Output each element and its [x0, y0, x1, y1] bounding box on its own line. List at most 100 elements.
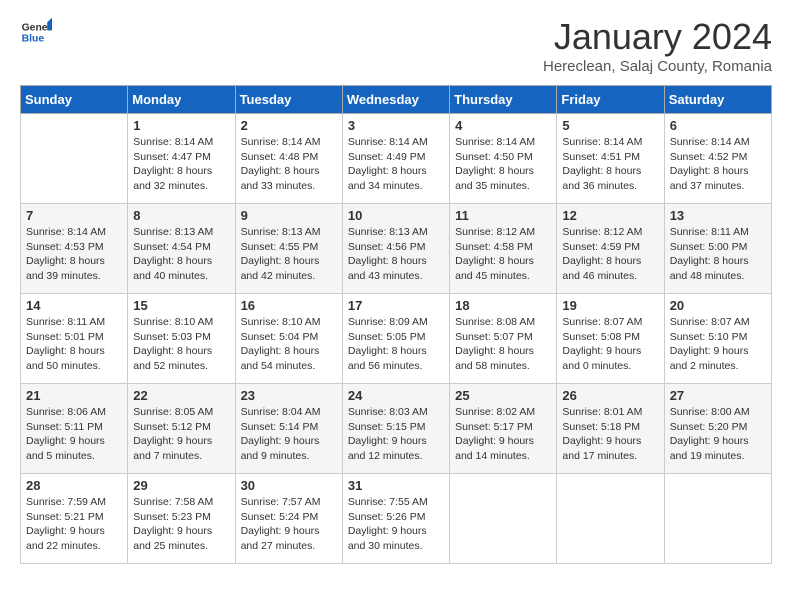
day-cell: 16 Sunrise: 8:10 AMSunset: 5:04 PMDayligh…	[235, 294, 342, 384]
day-number: 10	[348, 208, 444, 223]
header: General Blue January 2024 Hereclean, Sal…	[20, 16, 772, 75]
day-cell: 10 Sunrise: 8:13 AMSunset: 4:56 PMDayligh…	[342, 204, 449, 294]
day-cell: 20 Sunrise: 8:07 AMSunset: 5:10 PMDayligh…	[664, 294, 771, 384]
day-cell: 3 Sunrise: 8:14 AMSunset: 4:49 PMDaylight…	[342, 114, 449, 204]
day-cell: 6 Sunrise: 8:14 AMSunset: 4:52 PMDaylight…	[664, 114, 771, 204]
day-info: Sunrise: 8:11 AMSunset: 5:01 PMDaylight:…	[26, 315, 122, 374]
day-info: Sunrise: 7:57 AMSunset: 5:24 PMDaylight:…	[241, 495, 337, 554]
day-cell: 7 Sunrise: 8:14 AMSunset: 4:53 PMDaylight…	[21, 204, 128, 294]
day-number: 9	[241, 208, 337, 223]
day-cell: 9 Sunrise: 8:13 AMSunset: 4:55 PMDaylight…	[235, 204, 342, 294]
day-cell: 13 Sunrise: 8:11 AMSunset: 5:00 PMDayligh…	[664, 204, 771, 294]
column-header-tuesday: Tuesday	[235, 86, 342, 114]
day-number: 27	[670, 388, 766, 403]
day-number: 16	[241, 298, 337, 313]
day-info: Sunrise: 8:14 AMSunset: 4:50 PMDaylight:…	[455, 135, 551, 194]
day-info: Sunrise: 8:01 AMSunset: 5:18 PMDaylight:…	[562, 405, 658, 464]
day-cell: 23 Sunrise: 8:04 AMSunset: 5:14 PMDayligh…	[235, 384, 342, 474]
week-row-2: 7 Sunrise: 8:14 AMSunset: 4:53 PMDaylight…	[21, 204, 772, 294]
day-cell: 28 Sunrise: 7:59 AMSunset: 5:21 PMDayligh…	[21, 474, 128, 564]
day-cell: 24Sunrise: 8:03 AMSunset: 5:15 PMDayligh…	[342, 384, 449, 474]
day-number: 29	[133, 478, 229, 493]
day-number: 14	[26, 298, 122, 313]
day-number: 25	[455, 388, 551, 403]
day-number: 13	[670, 208, 766, 223]
day-number: 4	[455, 118, 551, 133]
day-number: 31	[348, 478, 444, 493]
logo-icon: General Blue	[20, 16, 52, 48]
day-info: Sunrise: 8:11 AMSunset: 5:00 PMDaylight:…	[670, 225, 766, 284]
day-info: Sunrise: 8:06 AMSunset: 5:11 PMDaylight:…	[26, 405, 122, 464]
day-cell	[450, 474, 557, 564]
day-info: Sunrise: 7:59 AMSunset: 5:21 PMDaylight:…	[26, 495, 122, 554]
day-info: Sunrise: 8:02 AMSunset: 5:17 PMDaylight:…	[455, 405, 551, 464]
header-row: SundayMondayTuesdayWednesdayThursdayFrid…	[21, 86, 772, 114]
week-row-3: 14 Sunrise: 8:11 AMSunset: 5:01 PMDayligh…	[21, 294, 772, 384]
day-info: Sunrise: 8:12 AMSunset: 4:58 PMDaylight:…	[455, 225, 551, 284]
day-number: 15	[133, 298, 229, 313]
day-number: 1	[133, 118, 229, 133]
week-row-1: 1 Sunrise: 8:14 AMSunset: 4:47 PMDaylight…	[21, 114, 772, 204]
day-cell: 8Sunrise: 8:13 AMSunset: 4:54 PMDaylight…	[128, 204, 235, 294]
day-number: 30	[241, 478, 337, 493]
day-cell: 12Sunrise: 8:12 AMSunset: 4:59 PMDayligh…	[557, 204, 664, 294]
day-cell	[557, 474, 664, 564]
day-number: 11	[455, 208, 551, 223]
day-cell: 26 Sunrise: 8:01 AMSunset: 5:18 PMDayligh…	[557, 384, 664, 474]
day-number: 21	[26, 388, 122, 403]
day-cell: 27 Sunrise: 8:00 AMSunset: 5:20 PMDayligh…	[664, 384, 771, 474]
day-number: 5	[562, 118, 658, 133]
day-cell: 19 Sunrise: 8:07 AMSunset: 5:08 PMDayligh…	[557, 294, 664, 384]
calendar-title: January 2024	[543, 16, 772, 58]
day-info: Sunrise: 8:05 AMSunset: 5:12 PMDaylight:…	[133, 405, 229, 464]
day-info: Sunrise: 8:14 AMSunset: 4:48 PMDaylight:…	[241, 135, 337, 194]
day-info: Sunrise: 8:07 AMSunset: 5:10 PMDaylight:…	[670, 315, 766, 374]
day-info: Sunrise: 8:00 AMSunset: 5:20 PMDaylight:…	[670, 405, 766, 464]
calendar-subtitle: Hereclean, Salaj County, Romania	[543, 58, 772, 75]
day-cell: 18 Sunrise: 8:08 AMSunset: 5:07 PMDayligh…	[450, 294, 557, 384]
day-cell: 21 Sunrise: 8:06 AMSunset: 5:11 PMDayligh…	[21, 384, 128, 474]
day-info: Sunrise: 8:12 AMSunset: 4:59 PMDaylight:…	[562, 225, 658, 284]
title-area: January 2024 Hereclean, Salaj County, Ro…	[543, 16, 772, 75]
day-number: 28	[26, 478, 122, 493]
day-number: 8	[133, 208, 229, 223]
day-cell	[21, 114, 128, 204]
column-header-monday: Monday	[128, 86, 235, 114]
day-cell: 15 Sunrise: 8:10 AMSunset: 5:03 PMDayligh…	[128, 294, 235, 384]
day-number: 19	[562, 298, 658, 313]
day-info: Sunrise: 8:07 AMSunset: 5:08 PMDaylight:…	[562, 315, 658, 374]
day-number: 23	[241, 388, 337, 403]
day-info: Sunrise: 8:10 AMSunset: 5:03 PMDaylight:…	[133, 315, 229, 374]
day-cell: 22 Sunrise: 8:05 AMSunset: 5:12 PMDayligh…	[128, 384, 235, 474]
day-info: Sunrise: 8:13 AMSunset: 4:55 PMDaylight:…	[241, 225, 337, 284]
day-number: 18	[455, 298, 551, 313]
day-info: Sunrise: 8:14 AMSunset: 4:47 PMDaylight:…	[133, 135, 229, 194]
day-number: 22	[133, 388, 229, 403]
day-number: 7	[26, 208, 122, 223]
day-cell: 2Sunrise: 8:14 AMSunset: 4:48 PMDaylight…	[235, 114, 342, 204]
day-cell: 14 Sunrise: 8:11 AMSunset: 5:01 PMDayligh…	[21, 294, 128, 384]
day-number: 3	[348, 118, 444, 133]
day-cell: 29 Sunrise: 7:58 AMSunset: 5:23 PMDayligh…	[128, 474, 235, 564]
day-info: Sunrise: 7:58 AMSunset: 5:23 PMDaylight:…	[133, 495, 229, 554]
day-number: 20	[670, 298, 766, 313]
day-info: Sunrise: 8:14 AMSunset: 4:49 PMDaylight:…	[348, 135, 444, 194]
day-number: 6	[670, 118, 766, 133]
day-info: Sunrise: 8:13 AMSunset: 4:56 PMDaylight:…	[348, 225, 444, 284]
day-info: Sunrise: 8:04 AMSunset: 5:14 PMDaylight:…	[241, 405, 337, 464]
day-info: Sunrise: 8:03 AMSunset: 5:15 PMDaylight:…	[348, 405, 444, 464]
column-header-friday: Friday	[557, 86, 664, 114]
day-info: Sunrise: 7:55 AMSunset: 5:26 PMDaylight:…	[348, 495, 444, 554]
day-info: Sunrise: 8:09 AMSunset: 5:05 PMDaylight:…	[348, 315, 444, 374]
logo: General Blue	[20, 16, 52, 48]
day-info: Sunrise: 8:14 AMSunset: 4:51 PMDaylight:…	[562, 135, 658, 194]
day-cell: 17Sunrise: 8:09 AMSunset: 5:05 PMDayligh…	[342, 294, 449, 384]
day-number: 26	[562, 388, 658, 403]
day-cell: 1 Sunrise: 8:14 AMSunset: 4:47 PMDaylight…	[128, 114, 235, 204]
day-info: Sunrise: 8:08 AMSunset: 5:07 PMDaylight:…	[455, 315, 551, 374]
day-cell	[664, 474, 771, 564]
day-info: Sunrise: 8:10 AMSunset: 5:04 PMDaylight:…	[241, 315, 337, 374]
day-info: Sunrise: 8:14 AMSunset: 4:53 PMDaylight:…	[26, 225, 122, 284]
day-cell: 30 Sunrise: 7:57 AMSunset: 5:24 PMDayligh…	[235, 474, 342, 564]
day-info: Sunrise: 8:14 AMSunset: 4:52 PMDaylight:…	[670, 135, 766, 194]
